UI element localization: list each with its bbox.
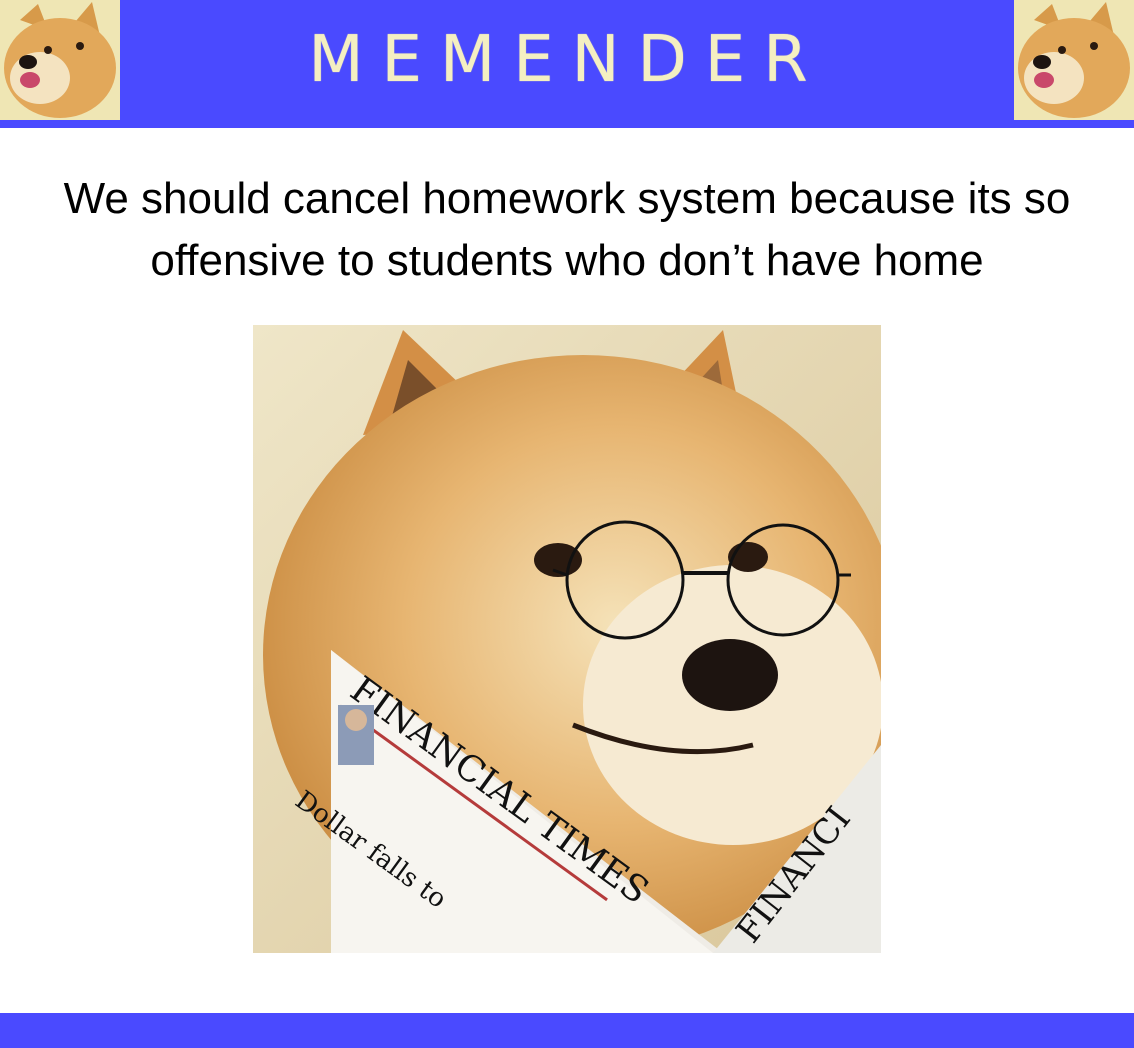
doge-avatar-left (0, 0, 120, 120)
footer-bar (0, 1013, 1134, 1048)
caption-line-1: We should cancel homework system because… (63, 174, 1071, 223)
meme-caption: We should cancel homework system because… (0, 168, 1134, 292)
brand-title: MEMENDER (308, 23, 826, 97)
header-bar: MEMENDER (0, 0, 1134, 120)
caption-line-2: offensive to students who don’t have hom… (150, 236, 984, 285)
meme-image: FINANCIAL TIMES Dollar falls to FINANCI (253, 325, 881, 953)
doge-icon (1014, 0, 1134, 120)
doge-avatar-right (1014, 0, 1134, 120)
header-divider (0, 120, 1134, 128)
doge-icon (0, 0, 120, 120)
doge-newspaper-illustration: FINANCIAL TIMES Dollar falls to FINANCI (253, 325, 881, 953)
